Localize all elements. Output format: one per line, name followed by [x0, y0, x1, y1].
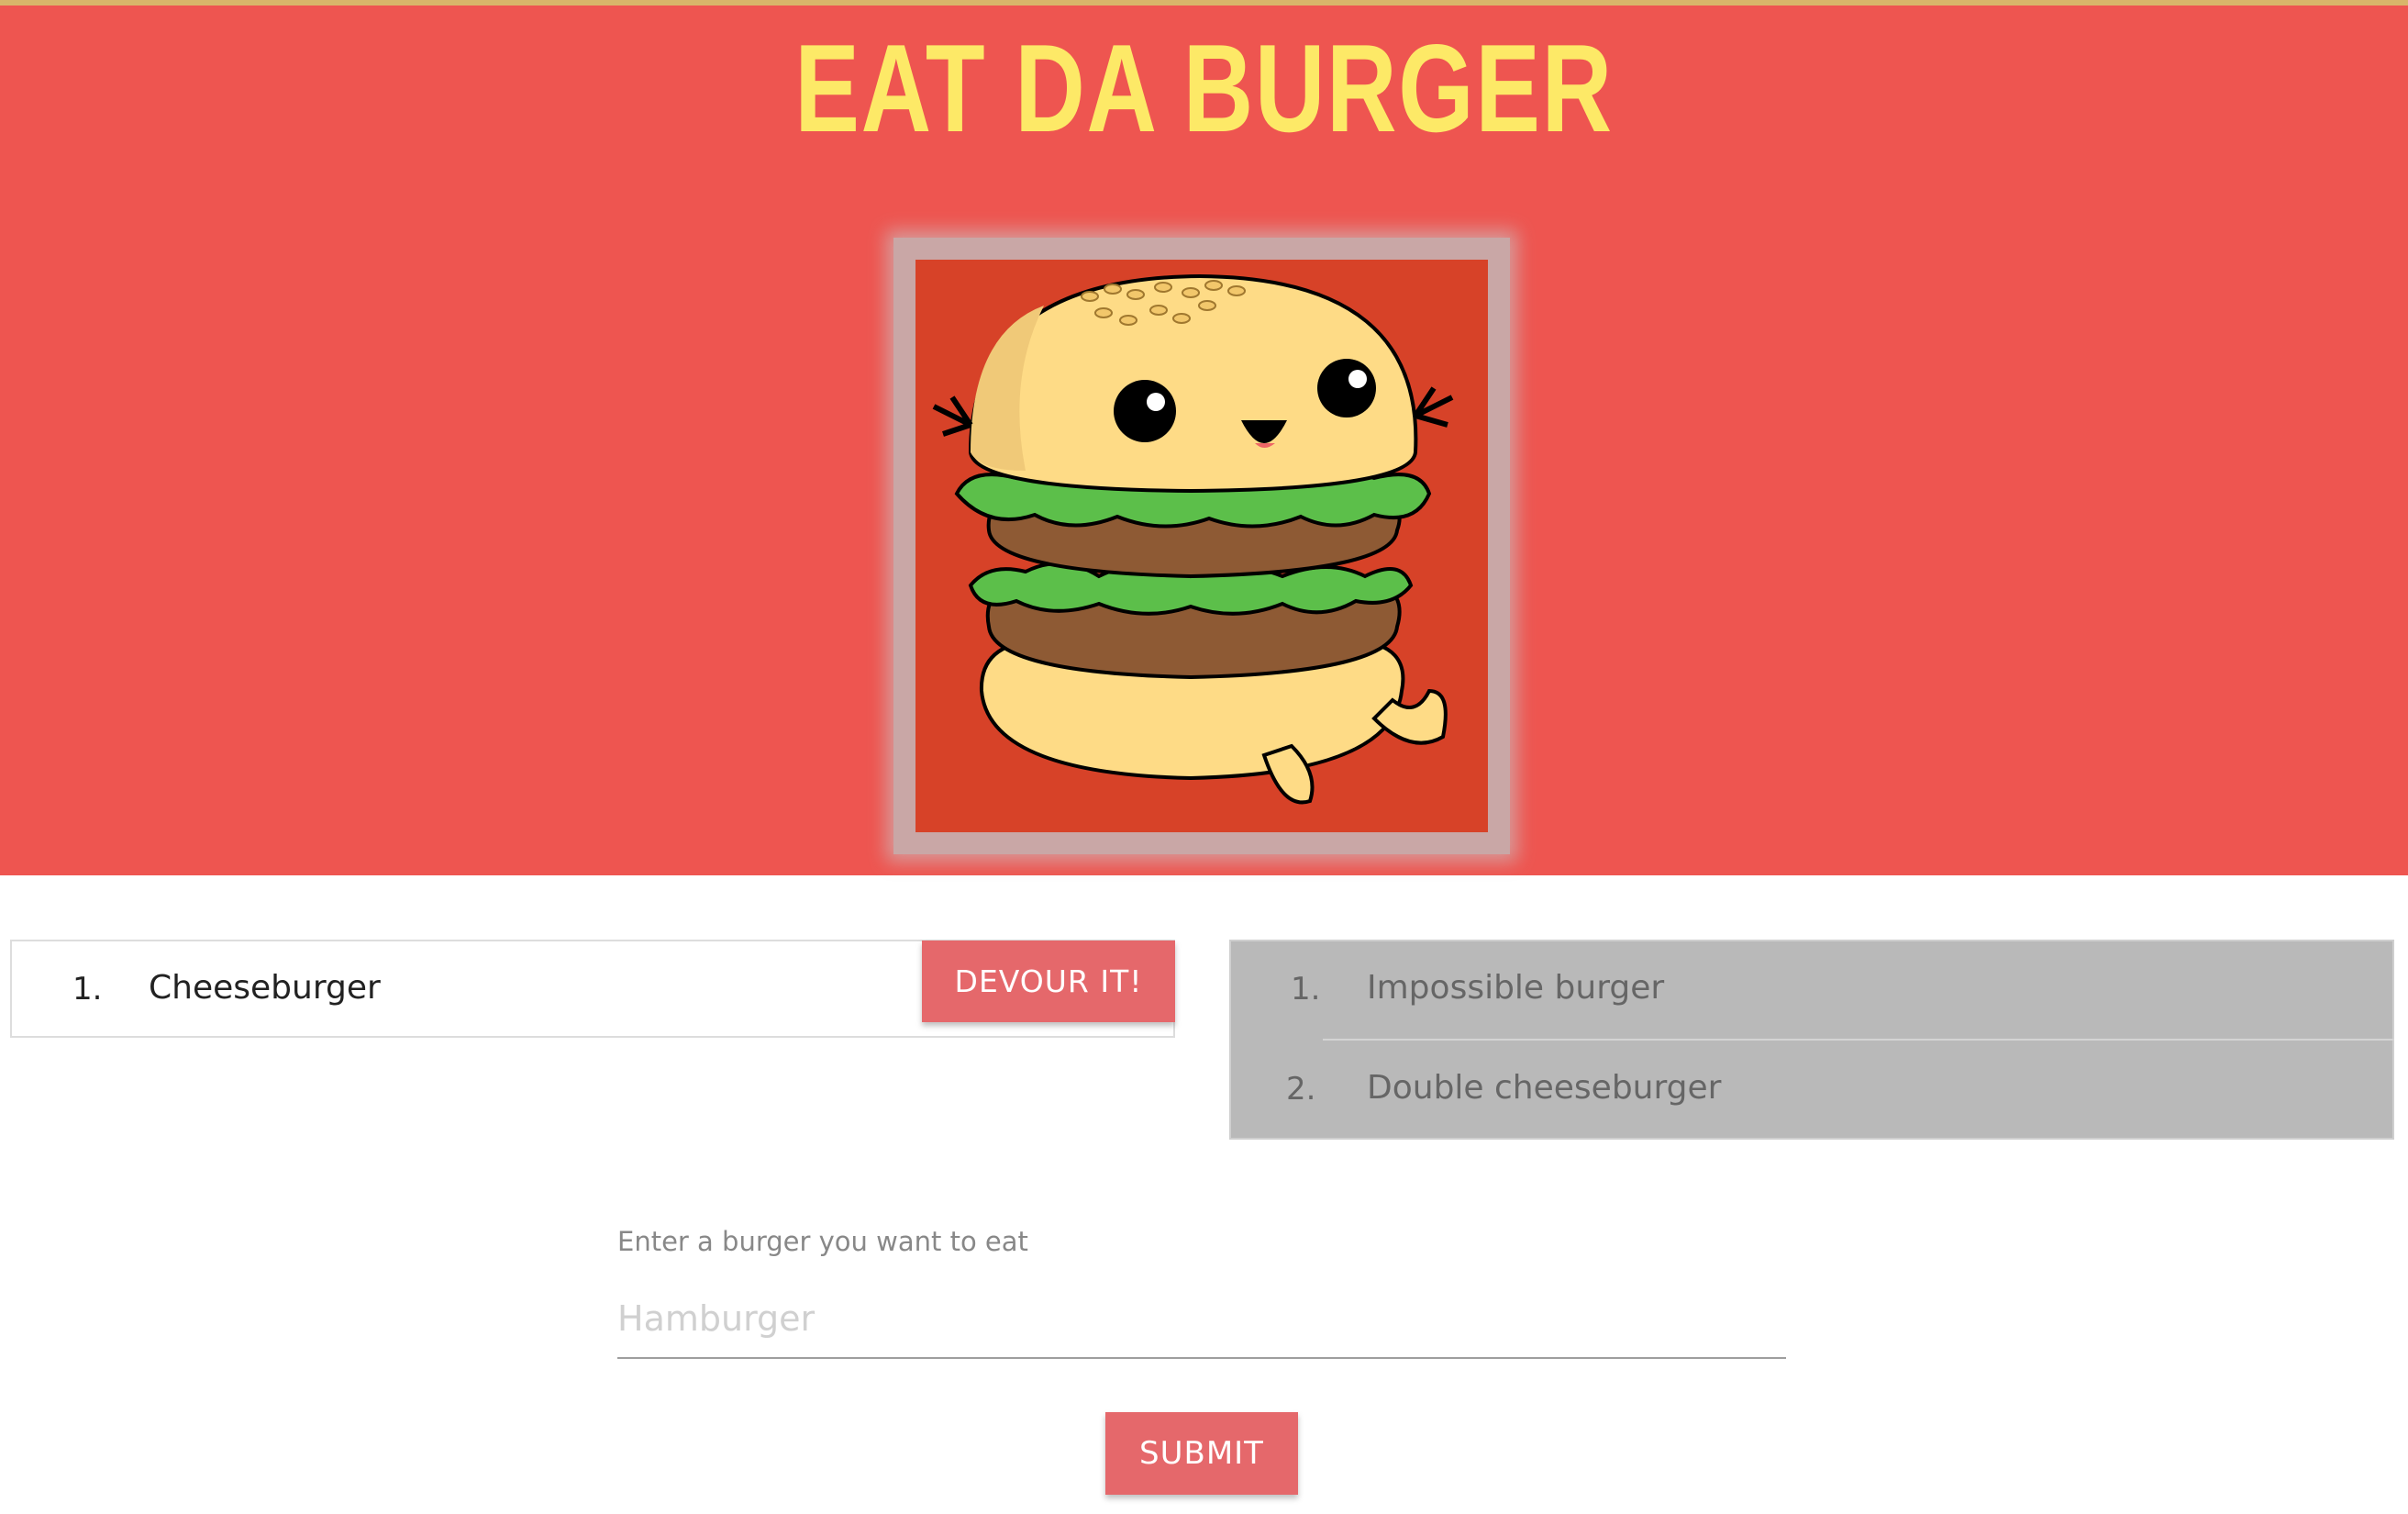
list-item-name: Impossible burger — [1367, 969, 1665, 1007]
list-item-name: Cheeseburger — [149, 969, 381, 1007]
burger-name-input[interactable] — [617, 1280, 1786, 1359]
page-title: EAT DA BURGER — [794, 18, 1614, 158]
burger-input-label: Enter a burger you want to eat — [617, 1226, 1028, 1257]
devour-button[interactable]: DEVOUR IT! — [922, 941, 1175, 1022]
list-item-number: 1. — [72, 971, 103, 1007]
page-header: EAT DA BURGER — [0, 6, 2408, 875]
devoured-burgers-list: 1. Impossible burger 2. Double cheesebur… — [1229, 940, 2394, 1140]
burger-image-frame — [893, 238, 1510, 854]
burger-illustration — [915, 260, 1488, 832]
burger-image — [915, 260, 1488, 832]
list-divider — [1323, 1039, 2394, 1041]
list-item-number: 2. — [1286, 1071, 1316, 1108]
submit-button[interactable]: SUBMIT — [1105, 1412, 1298, 1495]
list-item-number: 1. — [1291, 971, 1321, 1007]
list-item-name: Double cheeseburger — [1367, 1069, 1722, 1107]
